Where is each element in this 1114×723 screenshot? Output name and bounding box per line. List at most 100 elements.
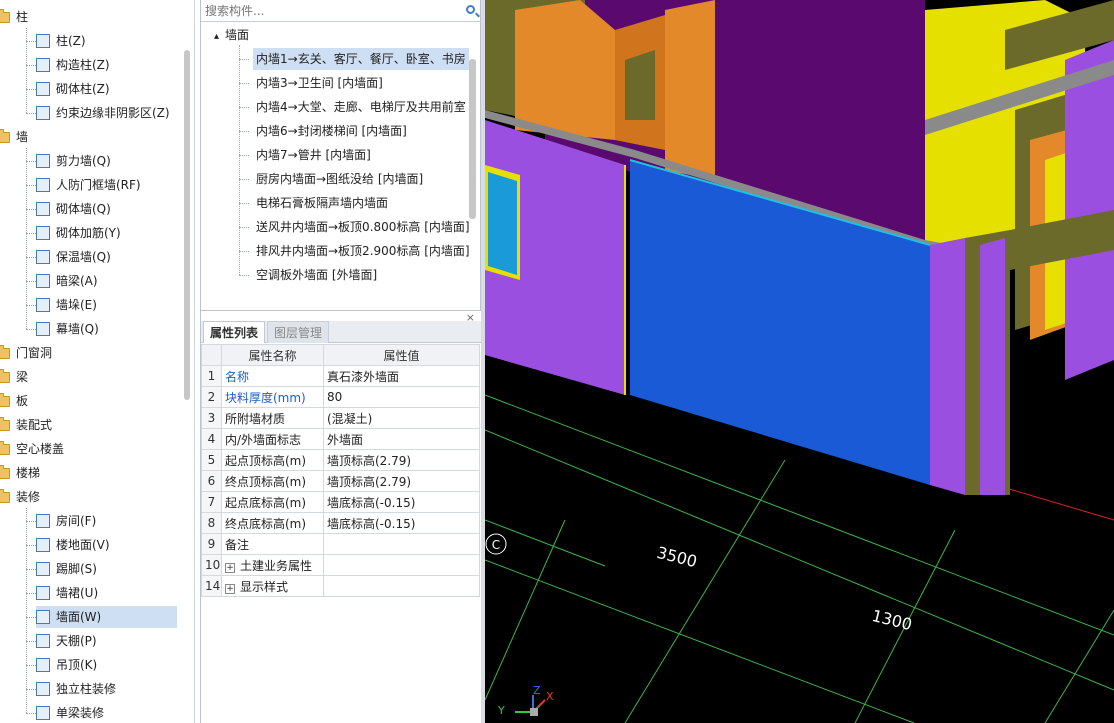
component-type-icon [36,226,50,240]
component-list-vscroll[interactable] [469,59,476,219]
property-value[interactable]: 墙底标高(-0.15) [323,512,480,534]
property-value[interactable] [323,575,480,597]
tree-item[interactable]: 柱(Z) [36,30,86,52]
component-type-icon [36,658,50,672]
property-value[interactable]: 墙底标高(-0.15) [323,491,480,513]
property-row[interactable]: 8 终点底标高(m) 墙底标高(-0.15) [201,512,480,534]
tree-item[interactable]: 人防门框墙(RF) [36,174,141,196]
left-tree-scrollbar[interactable] [184,50,190,400]
property-row[interactable]: 1 名称 真石漆外墙面 [201,365,480,387]
component-list-item[interactable]: 排风井内墙面→板顶2.900标高 [内墙面] [253,240,473,262]
category-0[interactable]: 柱 [0,6,28,28]
component-list-item[interactable]: 内墙4→大堂、走廊、电梯厅及共用前室 [253,96,469,118]
property-row[interactable]: 3 所附墙材质 (混凝土) [201,407,480,429]
folder-icon [0,8,10,23]
tree-item[interactable]: 构造柱(Z) [36,54,110,76]
svg-text:Y: Y [497,704,505,717]
property-value[interactable]: 墙顶标高(2.79) [323,470,480,492]
tree-item[interactable]: 砌体柱(Z) [36,78,110,100]
property-row[interactable]: 14 + 显示样式 [201,575,480,597]
tree-item[interactable]: 砌体墙(Q) [36,198,111,220]
tree-item[interactable]: 幕墙(Q) [36,318,99,340]
component-list-item[interactable]: 送风井内墙面→板顶0.800标高 [内墙面] [253,216,473,238]
3d-viewport[interactable]: C 3500 1300 Z X Y [485,0,1114,723]
search-icon[interactable] [466,5,475,14]
component-type-icon [36,250,50,264]
property-row[interactable]: 4 内/外墙面标志 外墙面 [201,428,480,450]
tree-item[interactable]: 踢脚(S) [36,558,97,580]
tree-item[interactable]: 房间(F) [36,510,96,532]
tree-item[interactable]: 约束边缘非阴影区(Z) [36,102,170,124]
search-input[interactable] [201,0,451,21]
property-row[interactable]: 6 终点顶标高(m) 墙顶标高(2.79) [201,470,480,492]
property-row[interactable]: 2 块料厚度(mm) 80 [201,386,480,408]
tab-layer-management[interactable]: 图层管理 [267,321,330,343]
tree-item[interactable]: 天棚(P) [36,630,97,652]
property-name-text: 备注 [225,537,250,552]
category-3[interactable]: 梁 [0,366,28,388]
property-name: 起点顶标高(m) [221,449,324,471]
category-7[interactable]: 楼梯 [0,462,40,484]
tree-item[interactable]: 单梁装修 [36,702,104,723]
orange-room [515,0,615,140]
category-label: 装修 [16,490,41,504]
component-tree-root[interactable]: ▴ 墙面 [211,24,252,46]
header-property-name: 属性名称 [221,344,324,366]
tab-property-list[interactable]: 属性列表 [203,321,266,343]
property-name-text: 终点顶标高(m) [225,474,307,489]
component-list-item[interactable]: 电梯石膏板隔声墙内墙面 [253,192,391,214]
tree-item-label: 砌体柱(Z) [56,82,110,96]
property-row[interactable]: 9 备注 [201,533,480,555]
expand-icon[interactable]: + [225,562,235,573]
property-value[interactable] [323,554,480,576]
tree-item-label: 幕墙(Q) [56,322,99,336]
property-value[interactable]: 80 [323,386,480,408]
component-list-item[interactable]: 内墙6→封闭楼梯间 [内墙面] [253,120,410,142]
component-list-item[interactable]: 内墙1→玄关、客厅、餐厅、卧室、书房 [253,48,469,70]
tree-item-label: 墙裙(U) [56,586,99,600]
property-row[interactable]: 5 起点顶标高(m) 墙顶标高(2.79) [201,449,480,471]
header-property-value: 属性值 [323,344,480,366]
category-label: 楼梯 [16,466,41,480]
tree-item[interactable]: 独立柱装修 [36,678,116,700]
category-4[interactable]: 板 [0,390,28,412]
tree-item-label: 墙面(W) [56,610,102,624]
category-8[interactable]: 装修 [0,486,40,508]
property-row[interactable]: 10 + 土建业务属性 [201,554,480,576]
property-value[interactable]: 墙顶标高(2.79) [323,449,480,471]
property-name-text: 所附墙材质 [225,411,286,426]
tree-item[interactable]: 暗梁(A) [36,270,98,292]
property-row[interactable]: 7 起点底标高(m) 墙底标高(-0.15) [201,491,480,513]
category-6[interactable]: 空心楼盖 [0,438,64,460]
component-list-item[interactable]: 空调板外墙面 [外墙面] [253,264,380,286]
tree-item[interactable]: 吊顶(K) [36,654,97,676]
property-value[interactable]: 真石漆外墙面 [323,365,480,387]
tree-item[interactable]: 砌体加筋(Y) [36,222,121,244]
row-index: 7 [201,491,222,513]
tree-item[interactable]: 墙垛(E) [36,294,97,316]
row-index: 10 [201,554,222,576]
expand-icon[interactable]: + [225,583,235,594]
tree-item[interactable]: 墙裙(U) [36,582,98,604]
component-type-icon [36,610,50,624]
property-value[interactable] [323,533,480,555]
category-2[interactable]: 门窗洞 [0,342,52,364]
property-value[interactable]: 外墙面 [323,428,480,450]
category-5[interactable]: 装配式 [0,414,52,436]
component-list-item[interactable]: 内墙3→卫生间 [内墙面] [253,72,386,94]
tree-item[interactable]: 楼地面(V) [36,534,110,556]
collapse-icon[interactable]: ▴ [214,31,219,42]
row-index: 1 [201,365,222,387]
category-1[interactable]: 墙 [0,126,28,148]
tree-item-label: 墙垛(E) [56,298,97,312]
component-list-item[interactable]: 厨房内墙面→图纸没给 [内墙面] [253,168,426,190]
tree-item[interactable]: 保温墙(Q) [36,246,111,268]
component-list-item[interactable]: 内墙7→管井 [内墙面] [253,144,374,166]
property-value[interactable]: (混凝土) [323,407,480,429]
tree-item-label: 暗梁(A) [56,274,98,288]
component-type-icon [36,58,50,72]
component-type-icon [36,82,50,96]
tree-item[interactable]: 剪力墙(Q) [36,150,111,172]
property-name: + 显示样式 [221,575,324,597]
tree-item[interactable]: 墙面(W) [36,606,177,628]
